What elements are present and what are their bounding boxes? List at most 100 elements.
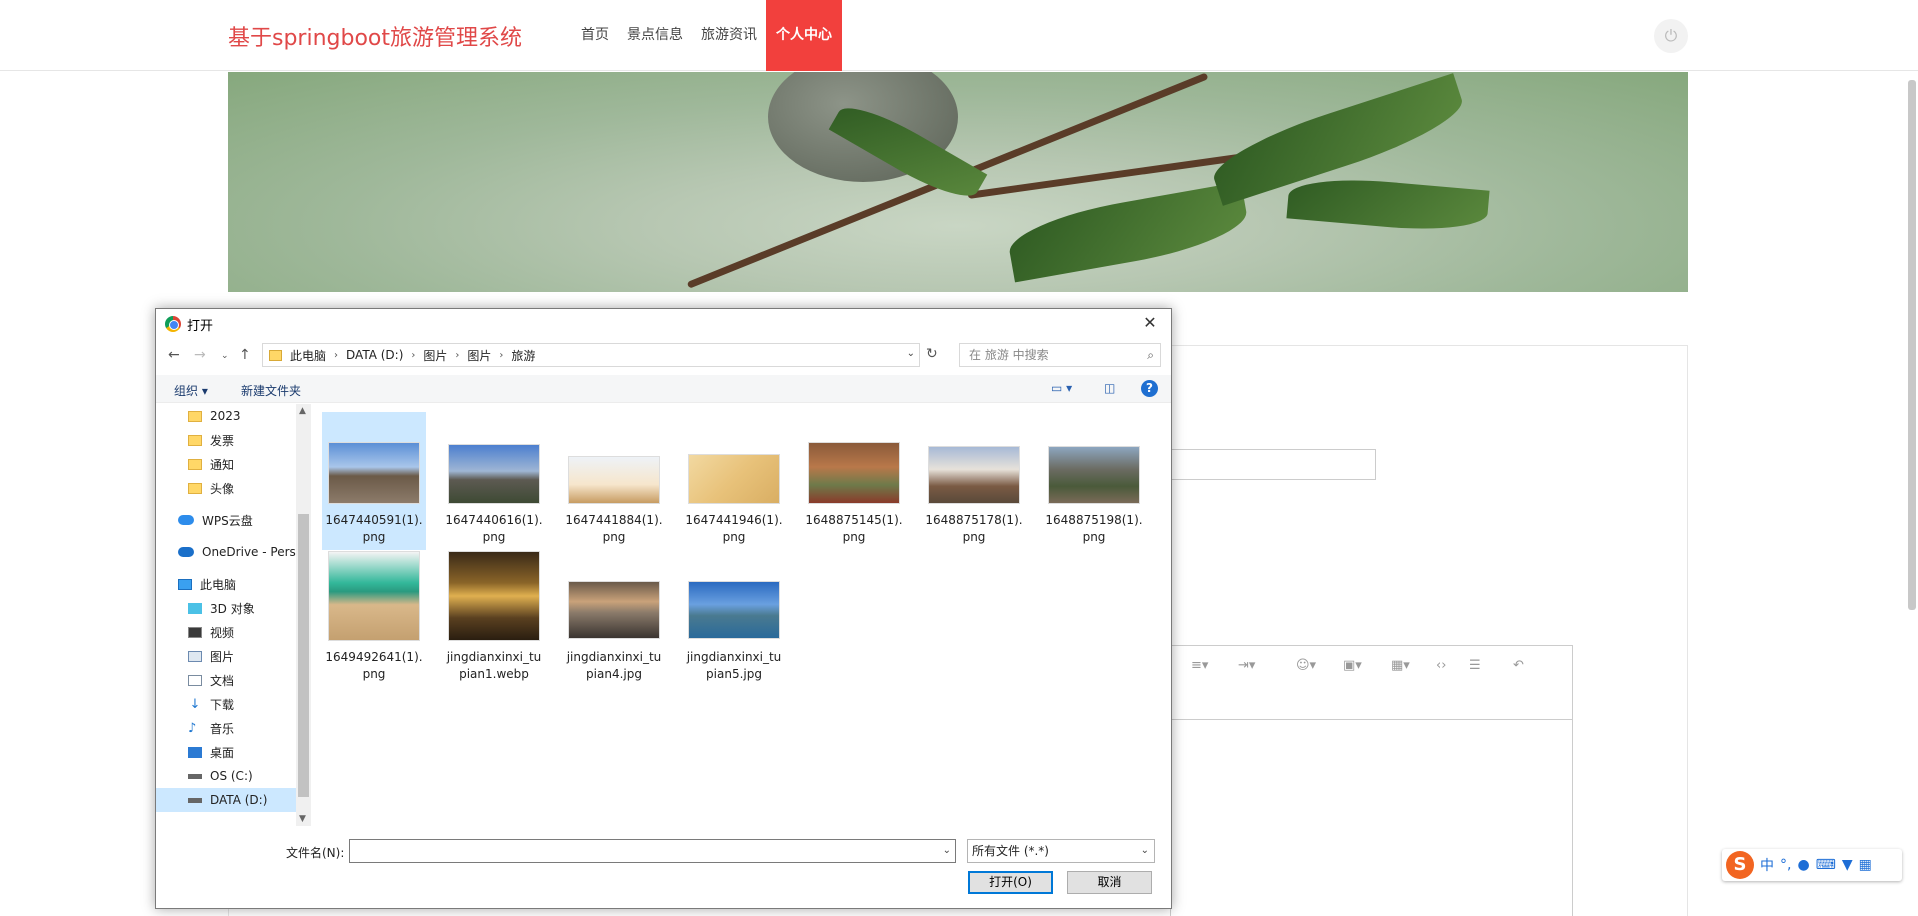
top-navbar: 基于springboot旅游管理系统 首页 景点信息 旅游资讯 个人中心 ⏻ bbox=[0, 0, 1918, 71]
align-icon[interactable]: ≡▾ bbox=[1191, 658, 1208, 673]
power-icon[interactable]: ⏻ bbox=[1654, 19, 1688, 53]
table-icon[interactable]: ▦▾ bbox=[1391, 658, 1410, 673]
forward-arrow-icon[interactable]: → bbox=[194, 347, 206, 363]
code-icon[interactable]: ‹› bbox=[1436, 658, 1446, 673]
sidebar-item-avatar[interactable]: 头像 bbox=[156, 476, 296, 500]
sidebar-item-2023[interactable]: 2023 bbox=[156, 404, 296, 428]
nav-travel-news[interactable]: 旅游资讯 bbox=[692, 0, 766, 71]
file-thumbnail bbox=[688, 581, 780, 639]
filename-label: 文件名(N): bbox=[286, 846, 345, 860]
page-scrollbar[interactable] bbox=[1908, 80, 1916, 610]
chevron-right-icon[interactable]: › bbox=[411, 350, 415, 361]
file-item[interactable]: jingdianxinxi_tu pian5.jpg bbox=[682, 549, 786, 687]
sidebar-item-os-c[interactable]: OS (C:) bbox=[156, 764, 296, 788]
chevron-right-icon[interactable]: › bbox=[455, 350, 459, 361]
close-icon[interactable]: ✕ bbox=[1137, 311, 1163, 335]
undo-icon[interactable]: ↶ bbox=[1513, 658, 1524, 673]
picture-icon bbox=[188, 650, 202, 662]
file-thumbnail bbox=[568, 456, 660, 504]
divider-icon[interactable]: ☰ bbox=[1469, 658, 1481, 673]
microphone-icon[interactable]: ● bbox=[1797, 857, 1809, 873]
nav-attractions[interactable]: 景点信息 bbox=[618, 0, 692, 71]
background-input[interactable] bbox=[1170, 449, 1376, 480]
filetype-select[interactable]: 所有文件 (*.*) ⌄ bbox=[967, 839, 1155, 863]
organize-button[interactable]: 组织 ▾ bbox=[174, 382, 208, 399]
file-item[interactable]: 1647440591(1). png bbox=[322, 412, 426, 550]
up-arrow-icon[interactable]: ↑ bbox=[239, 347, 251, 363]
site-title[interactable]: 基于springboot旅游管理系统 bbox=[228, 20, 522, 52]
sidebar-item-label: 图片 bbox=[210, 649, 235, 664]
open-button[interactable]: 打开(O) bbox=[968, 871, 1053, 894]
sidebar-scrollbar[interactable]: ▲ ▼ bbox=[296, 404, 311, 826]
sidebar-item-music[interactable]: ♪ 音乐 bbox=[156, 716, 296, 740]
emoji-icon[interactable]: ☺▾ bbox=[1296, 658, 1316, 673]
chevron-down-icon: ⌄ bbox=[1140, 845, 1149, 856]
file-item[interactable]: 1647441946(1). png bbox=[682, 412, 786, 550]
back-arrow-icon[interactable]: ← bbox=[168, 347, 180, 363]
chevron-right-icon[interactable]: › bbox=[334, 350, 338, 361]
sidebar-item-desktop[interactable]: 桌面 bbox=[156, 740, 296, 764]
recent-dropdown-icon[interactable]: ⌄ bbox=[221, 351, 229, 361]
cancel-button[interactable]: 取消 bbox=[1067, 871, 1152, 894]
indent-icon[interactable]: ⇥▾ bbox=[1238, 658, 1255, 673]
sidebar-item-label: OS (C:) bbox=[210, 769, 253, 783]
sidebar-item-data-d[interactable]: DATA (D:) bbox=[156, 788, 296, 812]
sidebar-item-documents[interactable]: 文档 bbox=[156, 668, 296, 692]
cube-icon bbox=[188, 602, 202, 614]
sidebar-item-invoice[interactable]: 发票 bbox=[156, 428, 296, 452]
dialog-titlebar: 打开 ✕ bbox=[156, 309, 1171, 339]
banner-image bbox=[228, 72, 1688, 292]
breadcrumb-travel[interactable]: 旅游 bbox=[511, 347, 535, 364]
file-item[interactable]: 1649492641(1). png bbox=[322, 549, 426, 687]
keyboard-icon[interactable]: ⌨ bbox=[1816, 857, 1836, 873]
refresh-icon[interactable]: ↻ bbox=[926, 346, 938, 362]
address-bar[interactable]: 此电脑 › DATA (D:) › 图片 › 图片 › 旅游 ⌄ bbox=[262, 343, 920, 367]
sidebar-item-notice[interactable]: 通知 bbox=[156, 452, 296, 476]
file-name: 1649492641(1). png bbox=[325, 650, 423, 681]
search-icon: ⌕ bbox=[1147, 348, 1154, 362]
grid-menu-icon[interactable]: ▦ bbox=[1859, 857, 1872, 873]
skin-icon[interactable]: ▼ bbox=[1842, 857, 1853, 873]
chevron-down-icon[interactable]: ⌄ bbox=[907, 348, 915, 359]
address-row: ← → ⌄ ↑ 此电脑 › DATA (D:) › 图片 › 图片 › 旅游 ⌄… bbox=[156, 341, 1171, 371]
nav-home[interactable]: 首页 bbox=[572, 0, 618, 71]
sidebar-item-onedrive[interactable]: OneDrive - Perso bbox=[156, 540, 296, 564]
breadcrumb-pictures[interactable]: 图片 bbox=[423, 347, 447, 364]
sidebar-item-label: 下载 bbox=[210, 697, 235, 712]
file-item[interactable]: 1647440616(1). png bbox=[442, 412, 546, 550]
new-folder-button[interactable]: 新建文件夹 bbox=[241, 382, 301, 399]
chevron-up-icon[interactable]: ▲ bbox=[299, 406, 306, 416]
sidebar-item-videos[interactable]: 视频 bbox=[156, 620, 296, 644]
file-item[interactable]: jingdianxinxi_tu pian4.jpg bbox=[562, 549, 666, 687]
filename-field[interactable]: ⌄ bbox=[349, 839, 956, 863]
preview-pane-icon[interactable]: ◫ bbox=[1104, 381, 1115, 395]
file-item[interactable]: jingdianxinxi_tu pian1.webp bbox=[442, 549, 546, 687]
breadcrumb-data-d[interactable]: DATA (D:) bbox=[346, 348, 403, 362]
file-item[interactable]: 1648875178(1). png bbox=[922, 412, 1026, 550]
file-item[interactable]: 1648875198(1). png bbox=[1042, 412, 1146, 550]
breadcrumb-this-pc[interactable]: 此电脑 bbox=[290, 347, 326, 364]
sogou-logo-icon[interactable]: S bbox=[1726, 851, 1754, 879]
ime-mode[interactable]: 中 bbox=[1760, 855, 1774, 875]
file-item[interactable]: 1648875145(1). png bbox=[802, 412, 906, 550]
image-icon[interactable]: ▣▾ bbox=[1343, 658, 1362, 673]
punctuation-icon[interactable]: °, bbox=[1780, 857, 1791, 873]
rich-text-editor[interactable]: ≡▾ ⇥▾ ☺▾ ▣▾ ▦▾ ‹› ☰ ↶ bbox=[1170, 645, 1573, 916]
sidebar-item-pictures[interactable]: 图片 bbox=[156, 644, 296, 668]
search-input[interactable]: 在 旅游 中搜索 ⌕ bbox=[959, 343, 1161, 367]
sidebar-item-3d-objects[interactable]: 3D 对象 bbox=[156, 596, 296, 620]
breadcrumb-pictures-2[interactable]: 图片 bbox=[467, 347, 491, 364]
sidebar-item-downloads[interactable]: ↓ 下载 bbox=[156, 692, 296, 716]
chevron-down-icon[interactable]: ⌄ bbox=[943, 845, 951, 856]
help-icon[interactable]: ? bbox=[1141, 380, 1158, 397]
view-options-icon[interactable]: ▭ ▾ bbox=[1051, 381, 1072, 395]
sidebar-item-label: 视频 bbox=[210, 625, 235, 640]
chevron-down-icon[interactable]: ▼ bbox=[299, 814, 306, 824]
sidebar-item-label: 文档 bbox=[210, 673, 235, 688]
scrollbar-thumb[interactable] bbox=[298, 514, 309, 797]
sidebar-item-wps-cloud[interactable]: WPS云盘 bbox=[156, 508, 296, 532]
nav-personal-center[interactable]: 个人中心 bbox=[766, 0, 842, 71]
file-item[interactable]: 1647441884(1). png bbox=[562, 412, 666, 550]
sidebar-item-this-pc[interactable]: 此电脑 bbox=[156, 572, 296, 596]
chevron-right-icon[interactable]: › bbox=[499, 350, 503, 361]
